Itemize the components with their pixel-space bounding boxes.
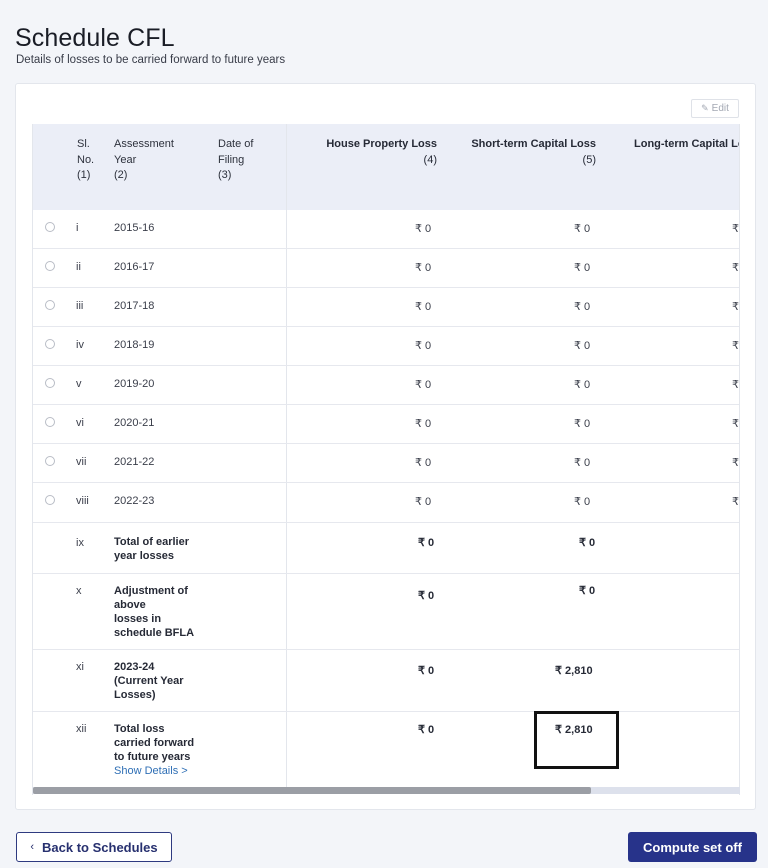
- sl-no: iv: [76, 339, 84, 351]
- row-label: Adjustment of above losses in schedule B…: [114, 585, 195, 639]
- table-row: vii 2021-22 ₹ 0 ₹ 0 ₹: [33, 444, 739, 483]
- house-property-loss-value: ₹ 0: [418, 665, 435, 677]
- table-row: ii 2016-17 ₹ 0 ₹ 0 ₹: [33, 249, 739, 288]
- long-term-capital-loss-value: ₹: [732, 418, 739, 430]
- long-term-capital-loss-value: ₹: [732, 223, 739, 235]
- sl-no: viii: [76, 495, 89, 507]
- page-title: Schedule CFL: [15, 24, 175, 52]
- horizontal-scrollbar-thumb[interactable]: [33, 787, 591, 794]
- short-term-capital-loss-value: ₹ 0: [579, 585, 596, 597]
- table-row-x: x Adjustment of above losses in schedule…: [33, 574, 739, 650]
- house-property-loss-value: ₹ 0: [415, 457, 432, 469]
- short-term-capital-loss-value: ₹ 0: [574, 457, 591, 469]
- row-label: Total of earlier year losses: [114, 536, 189, 562]
- short-term-capital-loss-value: ₹ 0: [574, 379, 591, 391]
- assessment-year: 2015-16: [114, 222, 155, 234]
- table-row-xii: xii Total loss carried forward to future…: [33, 712, 739, 788]
- table-row: v 2019-20 ₹ 0 ₹ 0 ₹: [33, 366, 739, 405]
- header-long-term-capital-loss: Long-term Capital Lo: [634, 138, 740, 150]
- sl-no: ii: [76, 261, 81, 273]
- short-term-capital-loss-value: ₹ 2,810: [555, 665, 593, 677]
- header-assessment-year: Assessment Year (2): [114, 138, 174, 181]
- page-subtitle: Details of losses to be carried forward …: [16, 54, 286, 66]
- short-term-capital-loss-value: ₹ 0: [574, 223, 591, 235]
- short-term-capital-loss-value: ₹ 0: [574, 418, 591, 430]
- long-term-capital-loss-value: ₹: [732, 301, 739, 313]
- assessment-year: 2021-22: [114, 456, 155, 468]
- sl-no: v: [76, 378, 82, 390]
- header-sl-no: Sl. No. (1): [77, 138, 95, 181]
- house-property-loss-value: ₹ 0: [415, 496, 432, 508]
- short-term-capital-loss-value: ₹ 0: [574, 301, 591, 313]
- chevron-left-icon: ‹: [30, 841, 35, 853]
- house-property-loss-value: ₹ 0: [415, 223, 432, 235]
- table-row: i 2015-16 ₹ 0 ₹ 0 ₹: [33, 210, 739, 249]
- table-row: vi 2020-21 ₹ 0 ₹ 0 ₹: [33, 405, 739, 444]
- house-property-loss-value: ₹ 0: [415, 340, 432, 352]
- short-term-capital-loss-value: ₹ 0: [574, 496, 591, 508]
- house-property-loss-value: ₹ 0: [418, 537, 435, 549]
- row-select-radio[interactable]: [45, 339, 55, 349]
- back-label: Back to Schedules: [42, 839, 158, 855]
- assessment-year: 2020-21: [114, 417, 155, 429]
- house-property-loss-value: ₹ 0: [415, 418, 432, 430]
- row-select-radio[interactable]: [45, 261, 55, 271]
- header-short-term-capital-loss: Short-term Capital Loss (5): [471, 138, 596, 166]
- row-select-radio[interactable]: [45, 378, 55, 388]
- assessment-year: 2016-17: [114, 261, 155, 273]
- short-term-capital-loss-value: ₹ 0: [579, 537, 596, 549]
- table-header: Sl. No. (1) Assessment Year (2) Date of …: [33, 124, 740, 210]
- sl-no: x: [76, 585, 82, 597]
- row-select-radio[interactable]: [45, 300, 55, 310]
- sl-no: vi: [76, 417, 84, 429]
- pencil-icon: ✎: [701, 103, 709, 113]
- assessment-year: 2022-23: [114, 495, 155, 507]
- compute-set-off-button[interactable]: Compute set off: [628, 832, 757, 862]
- assessment-year: 2018-19: [114, 339, 155, 351]
- sl-no: iii: [76, 300, 84, 312]
- long-term-capital-loss-value: ₹: [732, 379, 739, 391]
- sl-no: xi: [76, 661, 84, 673]
- back-to-schedules-button[interactable]: ‹ Back to Schedules: [16, 832, 172, 862]
- edit-button[interactable]: ✎ Edit: [691, 99, 739, 118]
- row-select-radio[interactable]: [45, 222, 55, 232]
- house-property-loss-value: ₹ 0: [415, 262, 432, 274]
- row-label: Total loss carried forward to future yea…: [114, 723, 195, 778]
- house-property-loss-value: ₹ 0: [418, 724, 435, 736]
- table-row-xi: xi 2023-24 (Current Year Losses) ₹ 0 ₹ 2…: [33, 650, 739, 712]
- long-term-capital-loss-value: ₹: [732, 340, 739, 352]
- row-select-radio[interactable]: [45, 495, 55, 505]
- table-row: viii 2022-23 ₹ 0 ₹ 0 ₹: [33, 483, 739, 523]
- short-term-capital-loss-value: ₹ 0: [574, 340, 591, 352]
- show-details-link[interactable]: Show Details >: [114, 764, 194, 778]
- sl-no: vii: [76, 456, 87, 468]
- long-term-capital-loss-value: ₹: [732, 262, 739, 274]
- house-property-loss-value: ₹ 0: [415, 379, 432, 391]
- assessment-year: 2019-20: [114, 378, 155, 390]
- sl-no: xii: [76, 723, 87, 735]
- row-select-radio[interactable]: [45, 456, 55, 466]
- header-date-of-filing: Date of Filing (3): [218, 138, 254, 181]
- table-row-ix: ix Total of earlier year losses ₹ 0 ₹ 0: [33, 524, 739, 574]
- row-select-radio[interactable]: [45, 417, 55, 427]
- long-term-capital-loss-value: ₹: [732, 496, 739, 508]
- header-house-property-loss: House Property Loss (4): [326, 138, 437, 166]
- sl-no: i: [76, 222, 79, 234]
- sl-no: ix: [76, 537, 84, 549]
- long-term-capital-loss-value: ₹: [732, 457, 739, 469]
- cfl-table: Sl. No. (1) Assessment Year (2) Date of …: [32, 124, 740, 795]
- table-row: iii 2017-18 ₹ 0 ₹ 0 ₹: [33, 288, 739, 327]
- house-property-loss-value: ₹ 0: [418, 590, 435, 602]
- table-row: iv 2018-19 ₹ 0 ₹ 0 ₹: [33, 327, 739, 366]
- edit-label: Edit: [711, 103, 729, 114]
- highlight-box: [534, 711, 619, 769]
- short-term-capital-loss-value: ₹ 0: [574, 262, 591, 274]
- assessment-year: 2017-18: [114, 300, 155, 312]
- house-property-loss-value: ₹ 0: [415, 301, 432, 313]
- row-label: 2023-24 (Current Year Losses): [114, 661, 184, 701]
